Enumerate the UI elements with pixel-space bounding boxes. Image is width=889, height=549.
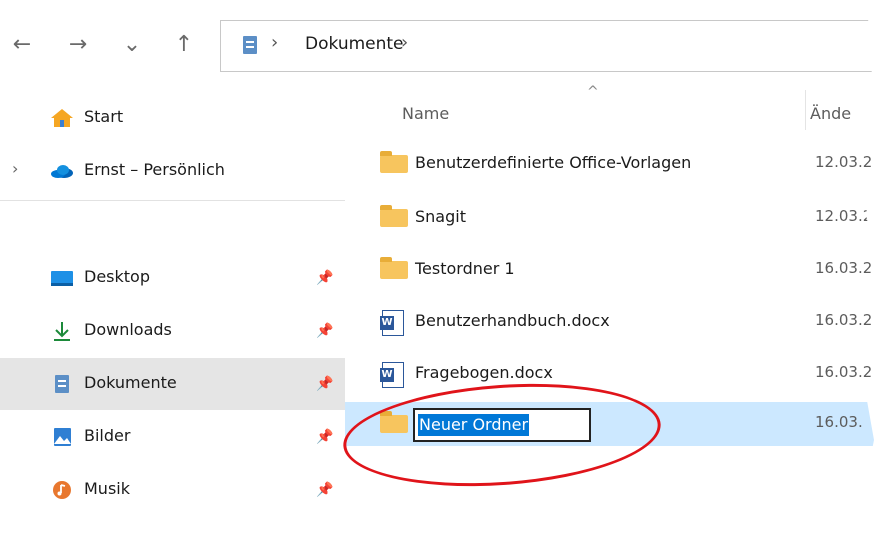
file-explorer-window: ← → ⌄ ↑ › Dokumente › Start › Ernst – Pe… xyxy=(0,0,880,530)
file-row[interactable]: Snagit 12.03.2 xyxy=(345,196,880,240)
forward-button[interactable]: → xyxy=(62,27,94,63)
sidebar-item-dokumente[interactable]: Dokumente 📌 xyxy=(0,358,345,410)
column-header-date[interactable]: Ände xyxy=(810,104,851,123)
sidebar-item-bilder[interactable]: Bilder 📌 xyxy=(0,411,345,463)
home-icon xyxy=(51,109,73,127)
file-row[interactable]: Benutzerdefinierte Office-Vorlagen 12.03… xyxy=(345,142,880,186)
pin-icon[interactable]: 📌 xyxy=(316,376,333,392)
pin-icon[interactable]: 📌 xyxy=(316,429,333,445)
file-name: Benutzerhandbuch.docx xyxy=(415,311,610,330)
document-icon xyxy=(55,375,69,393)
file-name: Fragebogen.docx xyxy=(415,363,553,382)
sidebar-item-label: Bilder xyxy=(84,426,131,445)
up-button[interactable]: ↑ xyxy=(168,27,200,63)
document-icon xyxy=(243,36,257,54)
breadcrumb-dokumente[interactable]: Dokumente xyxy=(305,34,404,54)
toolbar: ← → ⌄ ↑ › Dokumente › xyxy=(0,0,880,90)
navigation-pane: Start › Ernst – Persönlich Desktop 📌 Dow… xyxy=(0,90,345,530)
sidebar-item-label: Downloads xyxy=(84,320,172,339)
sidebar-item-desktop[interactable]: Desktop 📌 xyxy=(0,252,345,304)
file-row[interactable]: Benutzerhandbuch.docx 16.03.2 xyxy=(345,300,880,344)
sort-ascending-icon: ^ xyxy=(587,84,599,100)
file-date: 16.03.2 xyxy=(815,259,873,277)
pin-icon[interactable]: 📌 xyxy=(316,323,333,339)
back-button[interactable]: ← xyxy=(6,27,38,63)
file-date: 16.03.2 xyxy=(815,311,873,329)
folder-icon xyxy=(380,205,408,230)
column-divider[interactable] xyxy=(805,90,806,130)
chevron-right-icon[interactable]: › xyxy=(12,159,18,178)
word-document-icon xyxy=(380,362,408,388)
pictures-icon xyxy=(54,428,71,446)
onedrive-icon xyxy=(51,165,73,178)
breadcrumb-trail-chevron[interactable]: › xyxy=(401,32,408,53)
breadcrumb-separator[interactable]: › xyxy=(271,32,278,53)
sidebar-item-label: Desktop xyxy=(84,267,150,286)
sidebar-item-label: Dokumente xyxy=(84,373,177,392)
music-icon xyxy=(53,481,71,499)
file-name: Benutzerdefinierte Office-Vorlagen xyxy=(415,153,692,172)
file-date: 16.03. xyxy=(815,413,863,431)
sidebar-item-label: Start xyxy=(84,107,124,126)
sidebar-item-onedrive[interactable]: › Ernst – Persönlich xyxy=(0,145,345,197)
folder-icon xyxy=(380,151,408,176)
folder-icon xyxy=(380,257,408,282)
sidebar-item-downloads[interactable]: Downloads 📌 xyxy=(0,305,345,357)
sidebar-item-label: Ernst – Persönlich xyxy=(84,160,225,179)
address-bar[interactable]: › Dokumente › xyxy=(220,20,880,72)
desktop-icon xyxy=(51,271,73,286)
file-name: Snagit xyxy=(415,207,466,226)
pin-icon[interactable]: 📌 xyxy=(316,270,333,286)
recent-locations-button[interactable]: ⌄ xyxy=(116,27,148,63)
column-header-name[interactable]: Name xyxy=(402,104,449,123)
file-row[interactable]: Fragebogen.docx 16.03.2 xyxy=(345,352,880,396)
sidebar-item-start[interactable]: Start xyxy=(0,92,345,144)
download-icon xyxy=(54,322,70,341)
word-document-icon xyxy=(380,310,408,336)
file-row[interactable]: Testordner 1 16.03.2 xyxy=(345,248,880,292)
sidebar-item-label: Musik xyxy=(84,479,130,498)
sidebar-item-musik[interactable]: Musik 📌 xyxy=(0,464,345,516)
pin-icon[interactable]: 📌 xyxy=(316,482,333,498)
file-date: 12.03.2 xyxy=(815,207,873,225)
sidebar-divider xyxy=(0,200,345,201)
file-name: Testordner 1 xyxy=(415,259,515,278)
file-date: 12.03.2 xyxy=(815,153,873,171)
file-date: 16.03.2 xyxy=(815,363,873,381)
